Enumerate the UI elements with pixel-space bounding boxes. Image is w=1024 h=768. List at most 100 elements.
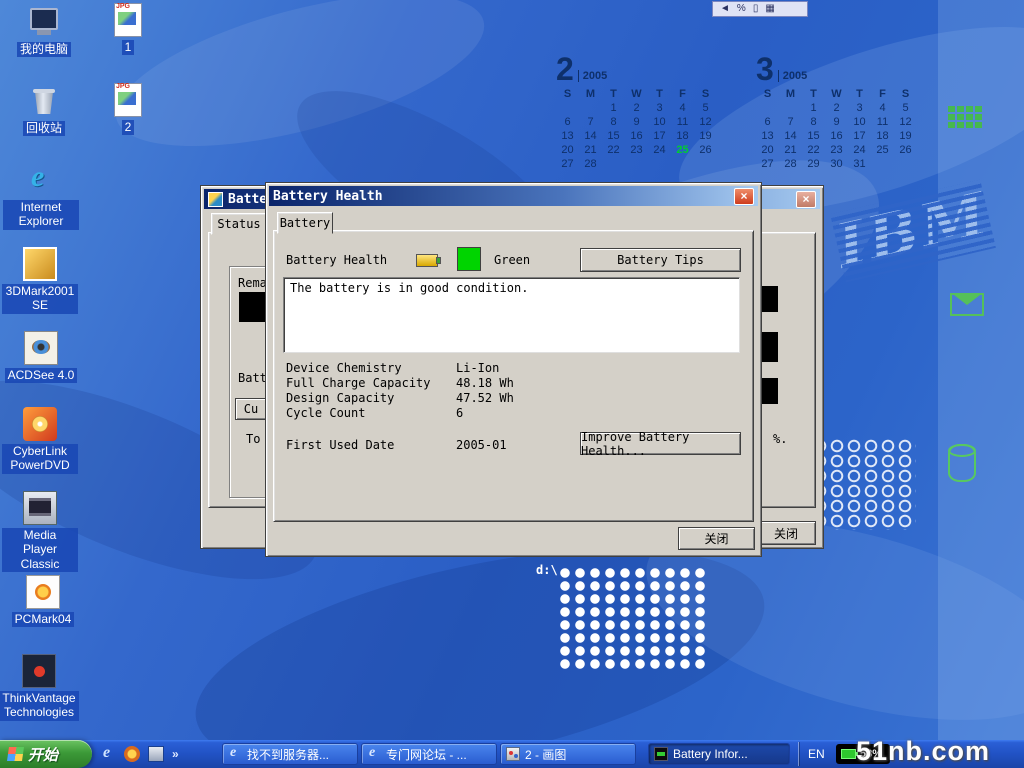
desktop-icon-mpc[interactable]: Media Player Classic (2, 491, 78, 572)
calendar-dow: S (894, 88, 917, 102)
calendar-dow: F (671, 88, 694, 102)
calendar-day: 23 (825, 144, 848, 158)
task-label: Battery Infor... (673, 747, 752, 761)
first-used-row: First Used Date2005-01 (286, 436, 507, 454)
calendar-year: 2005 (778, 70, 807, 82)
keypad-cell (948, 114, 955, 120)
desktop-icon-threedmark[interactable]: 3DMark2001 SE (2, 247, 78, 314)
calendar-dow: M (579, 88, 602, 102)
top-tray-bar[interactable]: ◄ % ▯ ▦ (712, 1, 808, 17)
desktop-icon-powerdvd[interactable]: CyberLink PowerDVD (2, 407, 78, 474)
close-button[interactable]: 关闭 (756, 521, 816, 545)
chevron-more-icon[interactable]: » (172, 747, 179, 761)
calendar-day: 4 (871, 102, 894, 116)
media-quicklaunch-icon[interactable] (124, 746, 140, 762)
volume-icon[interactable]: ◄ (720, 4, 730, 14)
show-desktop-icon[interactable] (148, 746, 164, 762)
calendar-day: 30 (825, 158, 848, 172)
keypad-cell (948, 106, 955, 112)
calendar-day: 28 (579, 158, 602, 172)
calendar-day (602, 158, 625, 172)
battery-tips-button[interactable]: Battery Tips (580, 248, 741, 272)
calendar-grid: SMTWTFS123456789101112131415161718192021… (756, 88, 921, 172)
taskbar-task-4[interactable]: Battery Infor... (648, 743, 790, 765)
battery-icon (416, 254, 438, 267)
taskbar-task-2[interactable]: 专门网论坛 - ... (361, 743, 497, 765)
tab-battery[interactable]: Battery (277, 212, 333, 234)
close-button[interactable]: 关闭 (678, 527, 755, 550)
calendar-day: 11 (671, 116, 694, 130)
calendar-day: 17 (648, 130, 671, 144)
close-icon[interactable] (796, 191, 816, 208)
calendar-day (625, 158, 648, 172)
ie-quicklaunch-icon[interactable] (100, 746, 116, 762)
desktop-icon-label: Internet Explorer (3, 200, 79, 230)
condition-text-box[interactable]: The battery is in good condition. (283, 277, 740, 353)
battery-health-dialog: Battery Health Battery Battery Health Gr… (265, 182, 762, 557)
tab-status[interactable]: Status (211, 213, 267, 235)
desktop-file-2[interactable]: 2 (98, 83, 158, 135)
calendar-day: 10 (848, 116, 871, 130)
calendar-grid: SMTWTFS123456789101112131415161718192021… (556, 88, 721, 172)
desktop-icon-label: Media Player Classic (2, 528, 78, 572)
keypad-cell (957, 106, 964, 112)
desktop-icon-acdsee[interactable]: ACDSee 4.0 (3, 331, 79, 383)
calendar-day: 22 (602, 144, 625, 158)
task-label: 找不到服务器... (247, 746, 333, 763)
file-label: 1 (122, 40, 135, 55)
calendar-day (779, 102, 802, 116)
tray-battery-indicator[interactable]: 58% (836, 744, 890, 764)
calendar-day: 21 (579, 144, 602, 158)
close-icon[interactable] (734, 188, 754, 205)
field-row: Device ChemistryLi-Ion (286, 359, 514, 374)
jpg-file-icon (114, 83, 142, 117)
taskbar-task-3[interactable]: 2 - 画图 (500, 743, 636, 765)
desktop-icon-label: ThinkVantage Technologies (0, 691, 79, 721)
ie-icon (367, 747, 381, 761)
battery-health-titlebar[interactable]: Battery Health (269, 186, 758, 206)
battery-health-label: Battery Health (286, 253, 387, 267)
battery-status-icon[interactable]: ▯ (753, 4, 759, 14)
task-label: 2 - 画图 (525, 746, 570, 763)
improve-battery-health-button[interactable]: Improve Battery Health... (580, 432, 741, 455)
calendar-dow: S (756, 88, 779, 102)
desktop-file-1[interactable]: 1 (98, 3, 158, 55)
calendar-day: 23 (625, 144, 648, 158)
display-icon[interactable]: ▦ (765, 4, 774, 14)
calendar-day: 3 (648, 102, 671, 116)
calendar-day: 16 (625, 130, 648, 144)
keypad-cell (957, 114, 964, 120)
calendar-header: 22005 (556, 50, 721, 84)
calendar-day: 12 (894, 116, 917, 130)
calendar-day: 17 (848, 130, 871, 144)
calendar-day: 19 (894, 130, 917, 144)
calendar-day: 2 (825, 102, 848, 116)
current-button-fragment[interactable]: Cu (235, 398, 267, 420)
field-label: Design Capacity (286, 391, 456, 405)
task-label: 专门网论坛 - ... (386, 746, 471, 763)
percent-icon[interactable]: % (737, 4, 746, 14)
desktop-icon-pcmark[interactable]: PCMark04 (5, 575, 81, 627)
field-row: Full Charge Capacity48.18 Wh (286, 374, 514, 389)
calendar-day: 20 (556, 144, 579, 158)
calendar-day (756, 102, 779, 116)
recycle-bin-icon (27, 84, 61, 118)
desktop-icon-thinkvantage[interactable]: ThinkVantage Technologies (1, 654, 77, 721)
calendar-day: 29 (802, 158, 825, 172)
pcmark-icon (26, 575, 60, 609)
keypad-cell (957, 122, 964, 128)
desktop-icon-recycle-bin[interactable]: 回收站 (6, 84, 82, 136)
start-label: 开始 (28, 744, 58, 765)
ibm-logo: IBM (830, 180, 996, 283)
desktop-icon-my-computer[interactable]: 我的电脑 (6, 5, 82, 57)
language-indicator[interactable]: EN (808, 747, 825, 761)
taskbar-task-1[interactable]: 找不到服务器... (222, 743, 358, 765)
calendar-day: 10 (648, 116, 671, 130)
ie-icon (228, 747, 242, 761)
start-button[interactable]: 开始 (0, 740, 92, 768)
desktop-icon-ie[interactable]: Internet Explorer (3, 163, 79, 230)
envelope-icon (950, 293, 984, 316)
field-value: 47.52 Wh (456, 391, 514, 405)
jpg-file-icon (114, 3, 142, 37)
calendar-dow: T (848, 88, 871, 102)
